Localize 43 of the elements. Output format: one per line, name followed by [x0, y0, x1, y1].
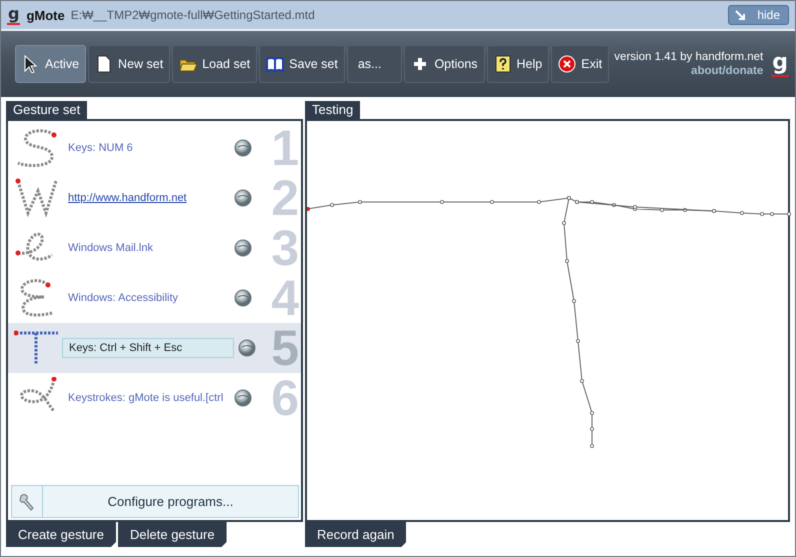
- action-button[interactable]: Record again: [305, 522, 406, 547]
- action-link[interactable]: http://www.handform.net: [64, 189, 230, 207]
- help-icon: [494, 55, 512, 73]
- toolbar-button[interactable]: Save set: [259, 45, 345, 83]
- app-logo: g: [7, 5, 20, 25]
- action-button[interactable]: Delete gesture: [118, 522, 227, 547]
- testing-canvas[interactable]: [305, 119, 790, 522]
- arrow-icon: [735, 10, 746, 20]
- toolbar-button[interactable]: Exit: [551, 45, 610, 83]
- gesture-stroke-icon: [14, 177, 60, 219]
- action-label: Keystrokes: gMote is useful.[ctrl: [67, 391, 224, 406]
- action-button[interactable]: Create gesture: [6, 522, 116, 547]
- globe-icon[interactable]: [234, 289, 252, 307]
- book-icon: [266, 55, 284, 73]
- globe-icon[interactable]: [234, 139, 252, 157]
- action-label: Windows Mail.lnk: [67, 241, 154, 256]
- toolbar-button[interactable]: Active: [15, 45, 86, 83]
- panel-tab[interactable]: Gesture set: [6, 101, 88, 119]
- close-circle-icon: [558, 55, 576, 73]
- gesture-number: 5: [271, 321, 299, 375]
- panel-tab[interactable]: Testing: [305, 101, 360, 119]
- action-field[interactable]: Keys: Ctrl + Shift + Esc: [62, 338, 234, 358]
- toolbar-button[interactable]: Help: [486, 45, 550, 83]
- window-title: gMote: [26, 8, 65, 22]
- page-icon: [95, 55, 114, 73]
- toolbar-button[interactable]: New set: [88, 45, 170, 83]
- file-path: E:₩__TMP2₩gmote-full₩GettingStarted.mtd: [70, 8, 315, 22]
- g-logo: g: [771, 50, 789, 78]
- cursor-icon: [22, 55, 40, 73]
- toolbar-button[interactable]: Load set: [172, 45, 258, 83]
- globe-icon[interactable]: [234, 389, 252, 407]
- wrench-icon: [18, 492, 36, 510]
- version-text: version 1.41 by handform.net: [614, 51, 764, 63]
- gesture-row[interactable]: Keys: Ctrl + Shift + Esc 5: [8, 323, 301, 373]
- globe-icon[interactable]: [234, 189, 252, 207]
- toolbar-button[interactable]: as...: [346, 45, 402, 83]
- action-label: Keys: NUM 6: [67, 141, 134, 156]
- action-label: Windows: Accessibility: [67, 291, 180, 306]
- toolbar-button[interactable]: Options: [404, 45, 485, 83]
- configure-programs-button[interactable]: Configure programs...: [11, 485, 299, 518]
- globe-icon[interactable]: [234, 239, 252, 257]
- globe-icon[interactable]: [238, 339, 256, 357]
- about-link[interactable]: about/donate: [691, 65, 764, 77]
